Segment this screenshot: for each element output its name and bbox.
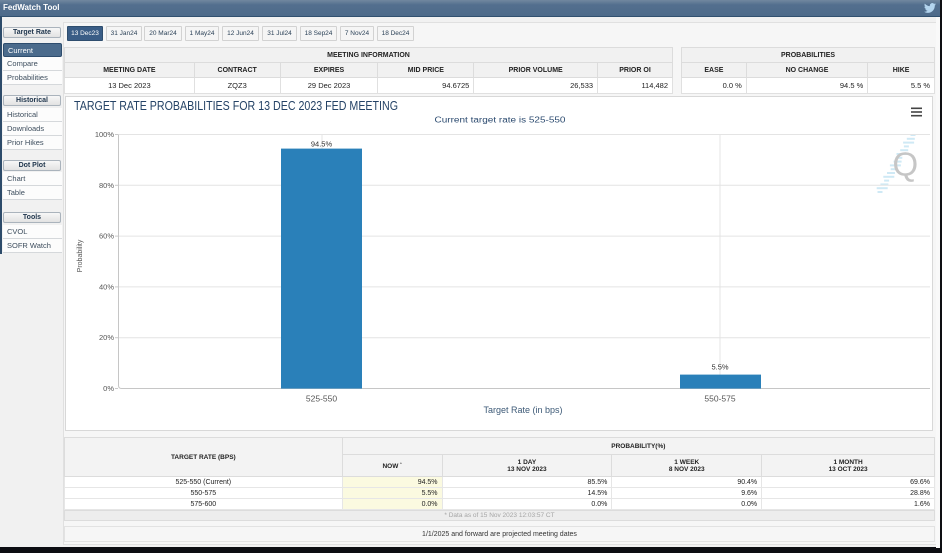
svg-text:5.5%: 5.5% bbox=[711, 363, 728, 372]
svg-text:550-575: 550-575 bbox=[704, 394, 735, 404]
svg-text:Current target rate is 525-550: Current target rate is 525-550 bbox=[435, 116, 567, 125]
svg-text:Probability: Probability bbox=[77, 239, 84, 272]
svg-text:94.5%: 94.5% bbox=[311, 140, 333, 149]
svg-text:0%: 0% bbox=[103, 384, 114, 393]
svg-text:TARGET RATE PROBABILITIES FOR: TARGET RATE PROBABILITIES FOR 13 DEC 202… bbox=[74, 98, 398, 113]
svg-text:80%: 80% bbox=[99, 181, 114, 190]
svg-text:100%: 100% bbox=[95, 130, 115, 139]
svg-text:40%: 40% bbox=[99, 282, 114, 291]
svg-text:60%: 60% bbox=[99, 232, 114, 241]
svg-text:20%: 20% bbox=[99, 333, 114, 342]
svg-text:525-550: 525-550 bbox=[306, 394, 337, 404]
svg-text:Q: Q bbox=[893, 146, 919, 183]
svg-text:Target Rate (in bps): Target Rate (in bps) bbox=[483, 405, 562, 415]
